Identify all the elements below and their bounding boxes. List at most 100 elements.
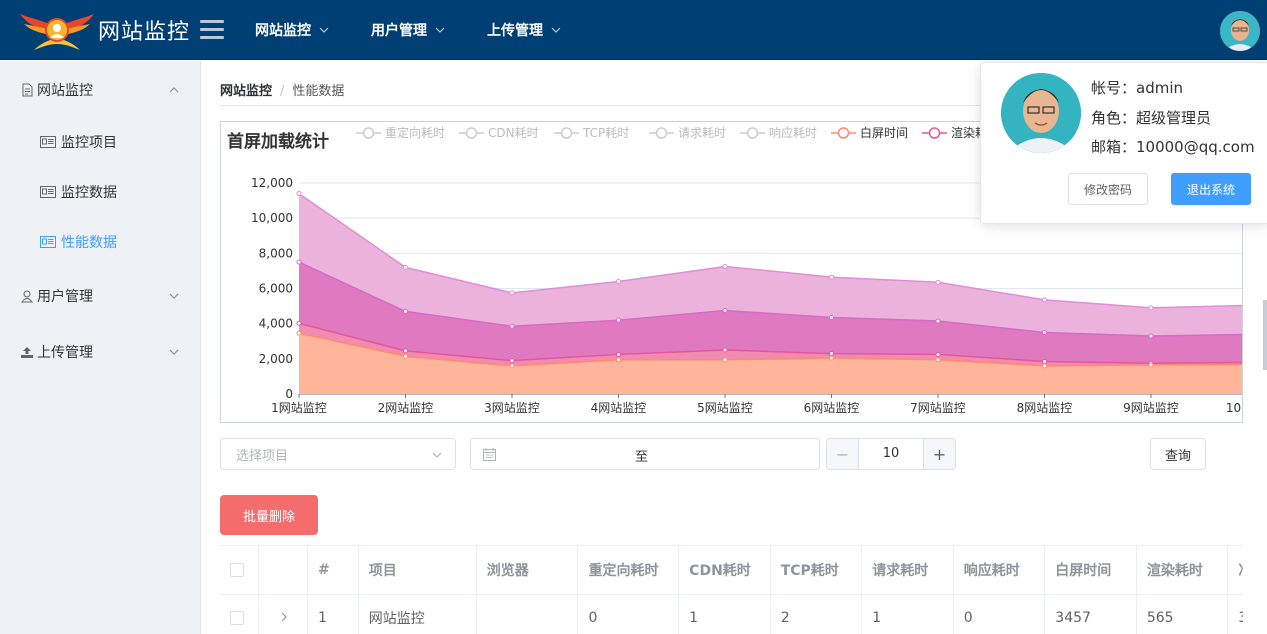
data-point xyxy=(935,279,941,285)
column-header: 渲染耗时 xyxy=(1136,546,1229,595)
sidebar-group-user-management[interactable]: 用户管理 xyxy=(0,271,200,321)
sidebar-item-monitor-projects[interactable]: 监控项目 xyxy=(0,117,200,167)
data-point xyxy=(615,351,621,357)
date-range-picker[interactable]: 至 xyxy=(470,438,820,470)
legend-marker xyxy=(362,127,375,139)
y-tick-label: 12,000 xyxy=(251,176,293,190)
column-header: 项目 xyxy=(358,546,477,595)
data-point xyxy=(296,320,302,326)
x-tick-label: 10网站监控 xyxy=(1226,401,1243,415)
legend-label: 请求耗时 xyxy=(678,126,726,140)
data-point xyxy=(722,347,728,353)
data-point xyxy=(296,191,302,197)
profile-avatar xyxy=(1001,73,1081,153)
batch-delete-button[interactable]: 批量删除 xyxy=(220,495,318,535)
data-point xyxy=(1041,329,1047,335)
performance-table: # 项目 浏览器 重定向耗时 CDN耗时 TCP耗时 请求耗时 响应耗时 白屏时… xyxy=(220,545,1243,634)
data-point xyxy=(828,351,834,357)
x-tick-label: 2网站监控 xyxy=(378,401,434,415)
y-tick-label: 6,000 xyxy=(259,282,293,296)
data-point xyxy=(1148,305,1154,311)
date-range-separator: 至 xyxy=(635,450,649,465)
select-all-checkbox[interactable] xyxy=(230,562,244,577)
query-button[interactable]: 查询 xyxy=(1150,438,1206,470)
expand-header xyxy=(258,546,308,595)
data-point xyxy=(509,323,515,329)
data-point xyxy=(402,353,408,359)
cell-prepare: 3500 xyxy=(1227,594,1243,634)
app-logo[interactable] xyxy=(18,8,96,52)
chevron-down-icon xyxy=(432,452,442,458)
legend-marker xyxy=(655,127,668,139)
data-point xyxy=(615,317,621,323)
profile-email: 邮箱：10000@qq.com xyxy=(1091,138,1255,156)
sidebar-item-performance-data[interactable]: 性能数据 xyxy=(0,217,200,267)
page-size-stepper: − 10 + xyxy=(826,438,956,470)
chevron-right-icon[interactable] xyxy=(279,612,289,622)
y-tick-label: 8,000 xyxy=(259,246,293,260)
column-header: 响应耗时 xyxy=(953,546,1046,595)
legend-label: CDN耗时 xyxy=(488,126,539,140)
sidebar-group-label: 上传管理 xyxy=(37,345,93,361)
scrollbar[interactable] xyxy=(1263,300,1267,370)
breadcrumb-item[interactable]: 网站监控 xyxy=(220,84,272,99)
cell-cdn: 1 xyxy=(678,594,771,634)
data-point xyxy=(402,348,408,354)
chevron-down-icon xyxy=(319,27,329,33)
table-row[interactable]: 1 网站监控 0 1 2 1 0 3457 565 3500 xyxy=(220,594,1243,634)
column-header: 请求耗时 xyxy=(861,546,954,595)
page-size-input[interactable]: 10 xyxy=(859,446,923,461)
select-placeholder: 选择项目 xyxy=(236,448,289,464)
topnav-user-management[interactable]: 用户管理 xyxy=(371,0,445,60)
data-point xyxy=(296,259,302,265)
data-point xyxy=(722,357,728,363)
topnav-website-monitor[interactable]: 网站监控 xyxy=(255,0,329,60)
y-tick-label: 0 xyxy=(285,387,293,401)
profile-popover: 帐号：admin 角色：超级管理员 邮箱：10000@qq.com 修改密码 退… xyxy=(980,62,1267,224)
sidebar-item-label: 性能数据 xyxy=(61,235,117,251)
sidebar-item-label: 监控数据 xyxy=(61,185,117,201)
row-checkbox[interactable] xyxy=(230,611,244,625)
sidebar-group-website-monitor[interactable]: 网站监控 xyxy=(0,65,200,115)
data-point xyxy=(828,355,834,361)
data-point xyxy=(509,363,515,369)
legend-marker xyxy=(837,127,850,139)
cell-tcp: 2 xyxy=(770,594,863,634)
column-header: 准备耗时 xyxy=(1227,546,1243,595)
data-point xyxy=(509,358,515,364)
legend-marker xyxy=(560,127,573,139)
user-avatar[interactable] xyxy=(1220,11,1260,51)
project-select[interactable]: 选择项目 xyxy=(220,438,456,470)
app-title: 网站监控 xyxy=(98,20,191,45)
increment-button[interactable]: + xyxy=(923,439,955,469)
menu-toggle-icon[interactable] xyxy=(200,20,224,40)
profile-account: 帐号：admin xyxy=(1091,79,1183,97)
sidebar-item-monitor-data[interactable]: 监控数据 xyxy=(0,167,200,217)
sidebar-group-upload-management[interactable]: 上传管理 xyxy=(0,327,200,377)
x-tick-label: 1网站监控 xyxy=(271,401,327,415)
select-all-cell xyxy=(220,546,260,595)
calendar-icon xyxy=(483,448,496,461)
legend-label: 重定向耗时 xyxy=(385,125,445,140)
cell-white: 3457 xyxy=(1044,594,1137,634)
change-password-button[interactable]: 修改密码 xyxy=(1068,173,1148,205)
x-tick-label: 5网站监控 xyxy=(697,401,753,415)
legend-label: TCP耗时 xyxy=(582,126,629,140)
document-icon xyxy=(22,83,33,97)
data-point xyxy=(402,264,408,270)
y-tick-label: 2,000 xyxy=(259,352,293,366)
y-tick-label: 4,000 xyxy=(259,317,293,331)
data-point xyxy=(722,264,728,270)
x-tick-label: 6网站监控 xyxy=(804,401,860,415)
x-tick-label: 8网站监控 xyxy=(1017,401,1073,415)
logout-button[interactable]: 退出系统 xyxy=(1171,173,1251,205)
chevron-down-icon xyxy=(169,293,179,299)
data-point xyxy=(935,318,941,324)
data-point xyxy=(296,330,302,336)
card-icon xyxy=(40,136,56,148)
breadcrumb: 网站监控 / 性能数据 xyxy=(220,80,344,99)
x-tick-label: 9网站监控 xyxy=(1123,401,1179,415)
topnav-upload-management[interactable]: 上传管理 xyxy=(487,0,561,60)
column-header: 重定向耗时 xyxy=(577,546,680,595)
decrement-button[interactable]: − xyxy=(827,439,859,469)
